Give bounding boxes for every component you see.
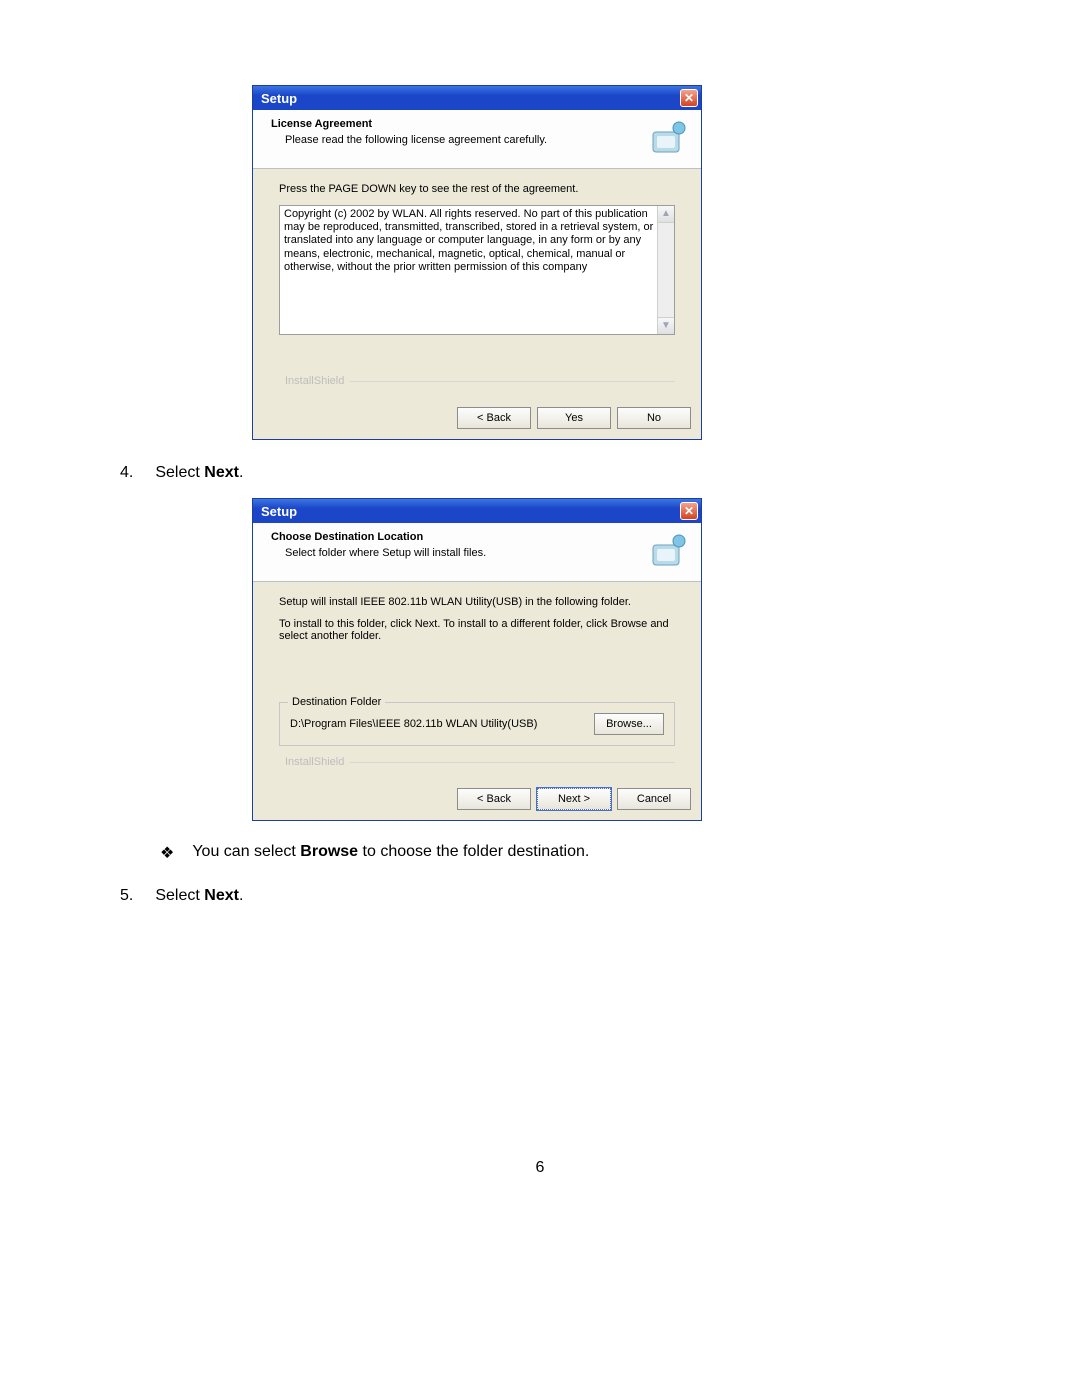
bullet-text: You can select Browse to choose the fold… (192, 843, 589, 863)
step-5: 5. Select Next. (120, 887, 1080, 905)
window-title: Setup (261, 504, 297, 519)
close-icon[interactable]: ✕ (680, 502, 698, 520)
brand-label: InstallShield (279, 746, 675, 768)
diamond-bullet-icon: ❖ (160, 843, 174, 863)
instruction-text: Press the PAGE DOWN key to see the rest … (279, 183, 675, 195)
header-title: License Agreement (271, 118, 641, 130)
no-button[interactable]: No (617, 407, 691, 429)
title-bar: Setup ✕ (253, 86, 701, 110)
header-title: Choose Destination Location (271, 531, 641, 543)
installer-icon (647, 118, 689, 160)
cancel-button[interactable]: Cancel (617, 788, 691, 810)
scroll-up-icon[interactable]: ▲ (658, 206, 674, 223)
browse-button[interactable]: Browse... (594, 713, 664, 735)
header-subtitle: Please read the following license agreem… (271, 134, 641, 146)
page-number: 6 (0, 1159, 1080, 1177)
close-icon[interactable]: ✕ (680, 89, 698, 107)
wizard-header: License Agreement Please read the follow… (253, 110, 701, 169)
destination-dialog: Setup ✕ Choose Destination Location Sele… (252, 498, 702, 821)
window-title: Setup (261, 91, 297, 106)
license-dialog: Setup ✕ License Agreement Please read th… (252, 85, 702, 440)
fieldset-legend: Destination Folder (288, 696, 385, 708)
next-button[interactable]: Next > (537, 788, 611, 810)
step-text: Select Next. (155, 464, 243, 482)
yes-button[interactable]: Yes (537, 407, 611, 429)
brand-label: InstallShield (279, 335, 675, 387)
license-textbox[interactable]: Copyright (c) 2002 by WLAN. All rights r… (279, 205, 675, 335)
installer-icon (647, 531, 689, 573)
wizard-header: Choose Destination Location Select folde… (253, 523, 701, 582)
destination-path: D:\Program Files\IEEE 802.11b WLAN Utili… (290, 718, 586, 730)
install-line-2: To install to this folder, click Next. T… (279, 618, 675, 642)
step-text: Select Next. (155, 887, 243, 905)
title-bar: Setup ✕ (253, 499, 701, 523)
destination-folder-group: Destination Folder D:\Program Files\IEEE… (279, 702, 675, 746)
scrollbar[interactable]: ▲ ▼ (657, 206, 674, 334)
step-number: 4. (120, 464, 133, 482)
step-number: 5. (120, 887, 133, 905)
scroll-down-icon[interactable]: ▼ (658, 317, 674, 334)
license-text: Copyright (c) 2002 by WLAN. All rights r… (284, 208, 670, 332)
back-button[interactable]: < Back (457, 407, 531, 429)
bullet-browse: ❖ You can select Browse to choose the fo… (160, 843, 1080, 863)
back-button[interactable]: < Back (457, 788, 531, 810)
step-4: 4. Select Next. (120, 464, 1080, 482)
install-line-1: Setup will install IEEE 802.11b WLAN Uti… (279, 596, 675, 608)
header-subtitle: Select folder where Setup will install f… (271, 547, 641, 559)
